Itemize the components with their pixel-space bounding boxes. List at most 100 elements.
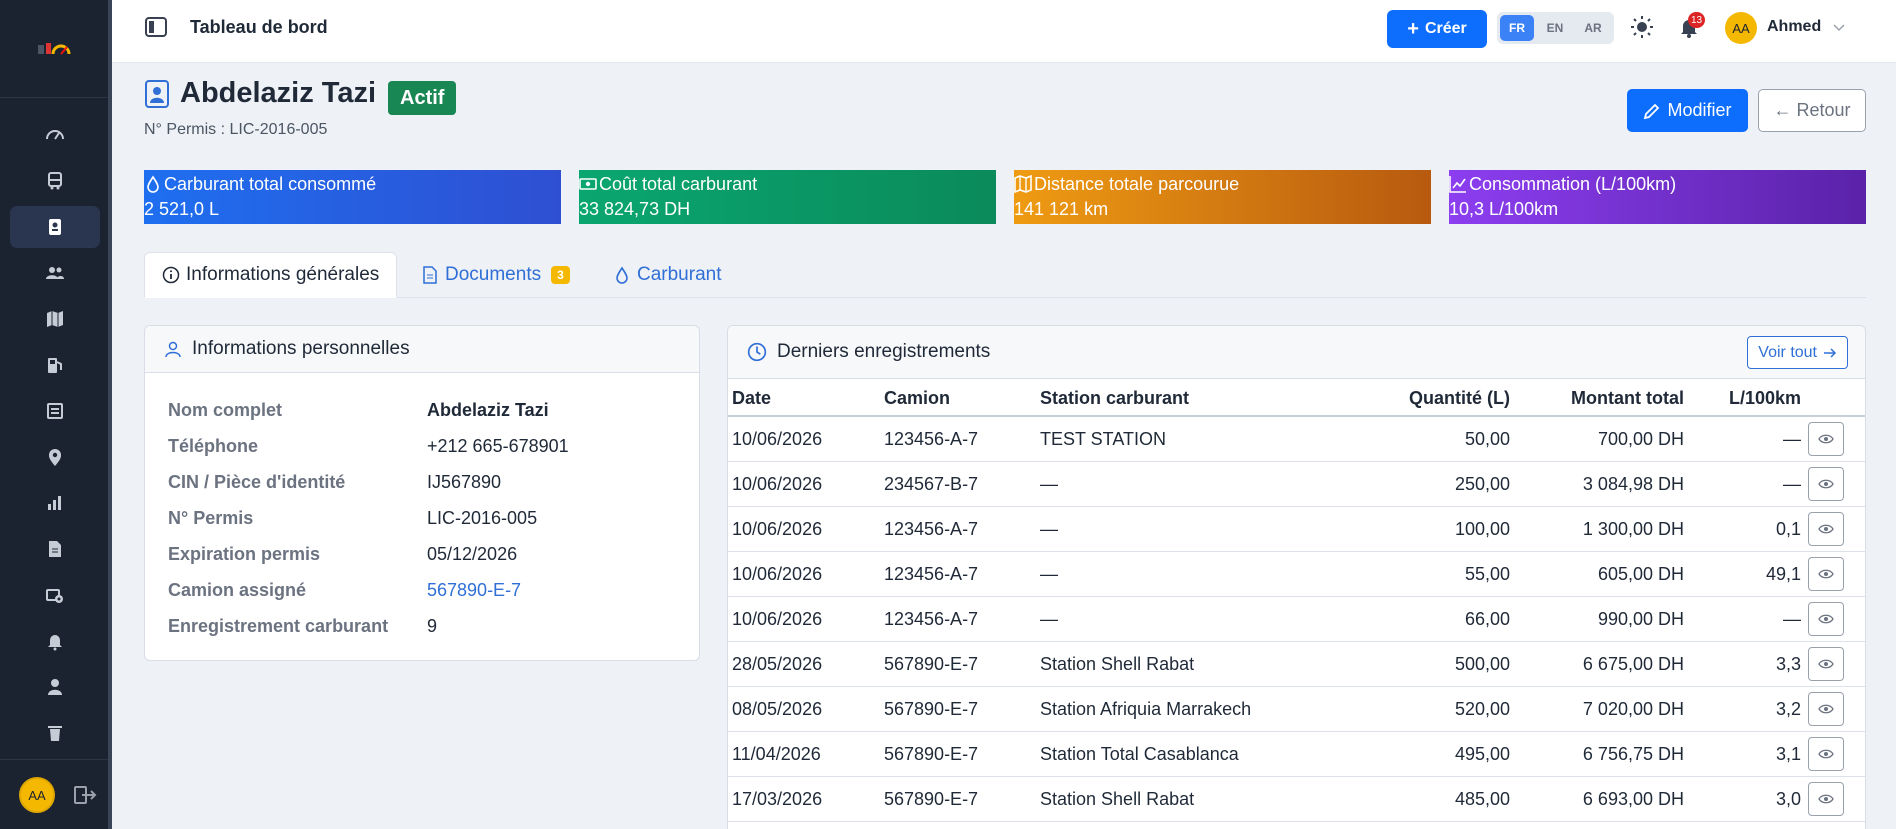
recent-records-card: Derniers enregistrements Voir tout Date … [727,325,1866,829]
logo-icon [38,42,71,55]
sidebar-item-records[interactable] [10,390,100,432]
sidebar-item-map[interactable] [10,298,100,340]
lang-ar[interactable]: AR [1576,15,1610,41]
cell-date: 10/06/2026 [732,564,823,584]
view-record-button[interactable] [1808,692,1844,726]
sidebar: AA [0,0,112,829]
assigned-truck-link[interactable]: 567890-E-7 [427,580,521,601]
col-station[interactable]: Station carburant [1040,388,1189,409]
user-name[interactable]: Ahmed [1767,18,1821,36]
sidebar-item-reports[interactable] [10,482,100,524]
sidebar-item-notifications[interactable] [10,620,100,662]
drop-icon [616,266,628,284]
sidebar-item-dashboard[interactable] [10,114,100,156]
table-row[interactable]: 10/06/2026 123456-A-7 — 66,00 990,00 DH — [728,597,1865,642]
stat-consumption: Consommation (L/100km) 10,3 L/100km [1449,170,1866,224]
sidebar-item-profile[interactable] [10,666,100,708]
table-row[interactable]: 08/05/2026 567890-E-7 Station Afriquia Mar… [728,687,1865,732]
sidebar-avatar[interactable]: AA [19,777,55,813]
chevron-down-icon[interactable] [1832,20,1846,34]
view-record-button[interactable] [1808,557,1844,591]
tab-documents[interactable]: Documents 3 [421,252,570,298]
table-row[interactable]: 28/05/2026 567890-E-7 Station Shell Rabat 5… [728,642,1865,687]
cell-amount: 605,00 DH [1597,564,1684,584]
card-title: Informations personnelles [192,338,410,359]
edit-button[interactable]: Modifier [1627,89,1748,132]
table-row[interactable]: 10/06/2026 234567-B-7 — 250,00 3 084,98 DH — [728,462,1865,507]
fuel-icon [48,358,62,373]
cell-station: Station Shell Rabat [1040,789,1195,809]
info-row-assigned-truck: Camion assigné 567890-E-7 [168,579,522,601]
users-icon [46,267,64,279]
view-all-button[interactable]: Voir tout [1747,336,1848,369]
table-row[interactable]: 10/06/2026 123456-A-7 — 100,00 1 300,00 DH 0,… [728,507,1865,552]
status-badge: Actif [388,81,457,115]
sidebar-item-trucks[interactable] [10,160,100,202]
info-icon [162,266,180,284]
eye-icon [1818,749,1834,759]
cell-date: 10/06/2026 [732,609,823,629]
tab-fuel[interactable]: Carburant [613,252,722,298]
cell-station: — [1040,519,1058,539]
lang-en[interactable]: EN [1538,15,1572,41]
cell-consumption: — [1783,429,1801,449]
view-record-button[interactable] [1808,512,1844,546]
col-date[interactable]: Date [732,388,771,409]
map-icon [47,311,63,327]
page-title: Tableau de bord [190,17,328,37]
table-row[interactable]: 17/03/2026 567890-E-7 Station Shell Rabat 4… [728,777,1865,822]
card-title: Derniers enregistrements [777,341,991,362]
eye-icon [1818,524,1834,534]
document-icon [423,266,437,284]
lang-fr[interactable]: FR [1500,15,1534,41]
view-record-button[interactable] [1808,602,1844,636]
eye-icon [1818,704,1834,714]
person-icon [48,679,62,695]
sidebar-toggle-icon[interactable] [145,17,167,37]
user-avatar[interactable]: AA [1725,12,1757,44]
cash-icon [579,178,597,190]
cell-date: 10/06/2026 [732,474,823,494]
sidebar-item-documents[interactable] [10,528,100,570]
view-record-button[interactable] [1808,467,1844,501]
stat-value: 141 121 km [1014,199,1109,219]
cell-quantity: 500,00 [1454,654,1510,674]
col-consumption[interactable]: L/100km [1729,388,1801,409]
app-logo[interactable] [0,0,112,98]
view-record-button[interactable] [1808,422,1844,456]
col-truck[interactable]: Camion [884,388,950,409]
permit-number: N° Permis : LIC-2016-005 [144,121,328,138]
sidebar-item-fuel[interactable] [10,344,100,386]
table-row[interactable]: 10/06/2026 123456-A-7 — 55,00 605,00 DH 49,1 [728,552,1865,597]
view-record-button[interactable] [1808,737,1844,771]
topbar: Tableau de bord + Créer FR EN AR 13 AA A… [112,0,1896,63]
cell-amount: 990,00 DH [1597,609,1684,629]
cell-truck: 123456-A-7 [884,564,979,584]
sidebar-item-trash[interactable] [10,712,100,754]
col-quantity[interactable]: Quantité (L) [1409,388,1510,409]
table-row[interactable]: 11/04/2026 567890-E-7 Station Total Casabl… [728,732,1865,777]
cell-truck: 567890-E-7 [884,744,979,764]
stat-fuel-cost: Coût total carburant 33 824,73 DH [579,170,996,224]
sun-icon[interactable] [1630,15,1654,39]
tab-general-info[interactable]: Informations générales [144,252,398,298]
eye-icon [1818,614,1834,624]
col-amount[interactable]: Montant total [1571,388,1684,409]
logout-icon[interactable] [73,784,97,806]
sidebar-item-users[interactable] [10,252,100,294]
sidebar-scrollbar[interactable] [108,0,112,829]
info-row-fuel-records: Enregistrement carburant 9 [168,615,438,636]
sidebar-item-maintenance[interactable] [10,574,100,616]
eye-icon [1818,659,1834,669]
create-button[interactable]: + Créer [1387,10,1487,48]
cell-station: — [1040,474,1058,494]
view-record-button[interactable] [1808,782,1844,816]
cell-consumption: — [1783,474,1801,494]
back-button[interactable]: ← Retour [1758,89,1866,132]
sidebar-item-drivers[interactable] [10,206,100,248]
cell-truck: 123456-A-7 [884,519,979,539]
view-record-button[interactable] [1808,647,1844,681]
sidebar-item-location[interactable] [10,436,100,478]
cell-truck: 123456-A-7 [884,609,979,629]
table-row[interactable]: 10/06/2026 123456-A-7 TEST STATION 50,00 700… [728,417,1865,462]
